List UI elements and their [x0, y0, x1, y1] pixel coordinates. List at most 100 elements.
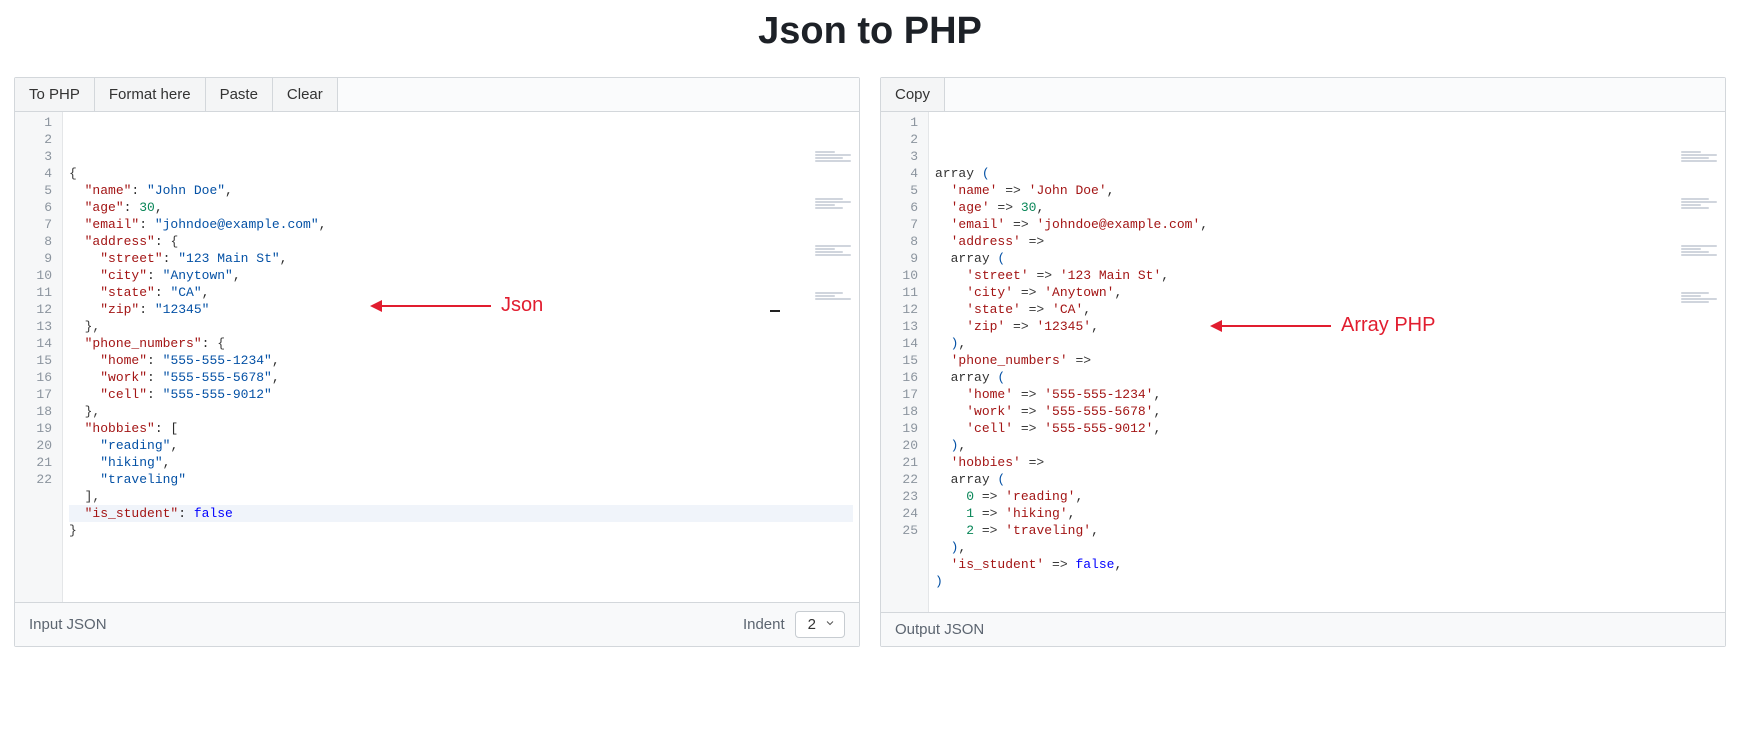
- line-number: 16: [15, 369, 62, 386]
- line-number: 17: [881, 386, 928, 403]
- input-code-area[interactable]: { "name": "John Doe", "age": 30, "email"…: [63, 112, 859, 602]
- code-line[interactable]: 'work' => '555-555-5678',: [935, 403, 1719, 420]
- code-line[interactable]: "email": "johndoe@example.com",: [69, 216, 853, 233]
- line-number: 7: [881, 216, 928, 233]
- code-line[interactable]: "cell": "555-555-9012": [69, 386, 853, 403]
- input-panel: To PHP Format here Paste Clear 123456789…: [14, 77, 860, 647]
- code-line[interactable]: }: [69, 522, 853, 539]
- code-line[interactable]: "state": "CA",: [69, 284, 853, 301]
- line-number: 21: [15, 454, 62, 471]
- code-line[interactable]: array (: [935, 165, 1719, 182]
- input-editor[interactable]: 12345678910111213141516171819202122 { "n…: [15, 112, 859, 602]
- format-here-button[interactable]: Format here: [95, 78, 206, 111]
- app-root: Json to PHP To PHP Format here Paste Cle…: [0, 10, 1740, 734]
- code-line[interactable]: },: [69, 403, 853, 420]
- code-line[interactable]: ),: [935, 335, 1719, 352]
- line-number: 3: [881, 148, 928, 165]
- line-number: 4: [15, 165, 62, 182]
- input-footer-label: Input JSON: [29, 616, 107, 633]
- code-line[interactable]: "city": "Anytown",: [69, 267, 853, 284]
- line-number: 9: [881, 250, 928, 267]
- line-number: 23: [881, 488, 928, 505]
- paste-button[interactable]: Paste: [206, 78, 273, 111]
- line-number: 12: [881, 301, 928, 318]
- input-footer: Input JSON Indent 2: [15, 602, 859, 646]
- code-line[interactable]: "hiking",: [69, 454, 853, 471]
- code-line[interactable]: "reading",: [69, 437, 853, 454]
- code-line[interactable]: 'home' => '555-555-1234',: [935, 386, 1719, 403]
- output-footer: Output JSON: [881, 612, 1725, 646]
- line-number: 10: [15, 267, 62, 284]
- line-number: 10: [881, 267, 928, 284]
- code-line[interactable]: 2 => 'traveling',: [935, 522, 1719, 539]
- line-number: 19: [881, 420, 928, 437]
- code-line[interactable]: 'street' => '123 Main St',: [935, 267, 1719, 284]
- code-line[interactable]: "age": 30,: [69, 199, 853, 216]
- line-number: 14: [881, 335, 928, 352]
- line-number: 4: [881, 165, 928, 182]
- line-number: 19: [15, 420, 62, 437]
- line-number: 6: [15, 199, 62, 216]
- code-line[interactable]: "work": "555-555-5678",: [69, 369, 853, 386]
- line-number: 9: [15, 250, 62, 267]
- code-line[interactable]: 'is_student' => false,: [935, 556, 1719, 573]
- separator-notch: [770, 310, 780, 312]
- line-number: 22: [881, 471, 928, 488]
- line-number: 15: [15, 352, 62, 369]
- code-line[interactable]: 'city' => 'Anytown',: [935, 284, 1719, 301]
- line-number: 8: [881, 233, 928, 250]
- code-line[interactable]: {: [69, 165, 853, 182]
- indent-select[interactable]: 2: [795, 611, 845, 638]
- output-panel: Copy 12345678910111213141516171819202122…: [880, 77, 1726, 647]
- code-line[interactable]: "zip": "12345": [69, 301, 853, 318]
- output-editor[interactable]: 1234567891011121314151617181920212223242…: [881, 112, 1725, 612]
- code-line[interactable]: array (: [935, 369, 1719, 386]
- clear-button[interactable]: Clear: [273, 78, 338, 111]
- code-line[interactable]: ),: [935, 437, 1719, 454]
- code-line[interactable]: ): [935, 573, 1719, 590]
- code-line[interactable]: "street": "123 Main St",: [69, 250, 853, 267]
- code-line[interactable]: 'name' => 'John Doe',: [935, 182, 1719, 199]
- code-line[interactable]: "traveling": [69, 471, 853, 488]
- line-number: 11: [881, 284, 928, 301]
- line-number: 24: [881, 505, 928, 522]
- chevron-down-icon: [824, 616, 836, 633]
- output-code-area[interactable]: array ( 'name' => 'John Doe', 'age' => 3…: [929, 112, 1725, 612]
- code-line[interactable]: "is_student": false: [69, 505, 853, 522]
- code-line[interactable]: "address": {: [69, 233, 853, 250]
- code-line[interactable]: ],: [69, 488, 853, 505]
- code-line[interactable]: 'address' =>: [935, 233, 1719, 250]
- line-number: 18: [15, 403, 62, 420]
- code-line[interactable]: array (: [935, 471, 1719, 488]
- line-number: 13: [881, 318, 928, 335]
- code-line[interactable]: 'age' => 30,: [935, 199, 1719, 216]
- code-line[interactable]: 'state' => 'CA',: [935, 301, 1719, 318]
- line-number: 5: [881, 182, 928, 199]
- line-number: 20: [881, 437, 928, 454]
- code-line[interactable]: 'email' => 'johndoe@example.com',: [935, 216, 1719, 233]
- code-line[interactable]: "hobbies": [: [69, 420, 853, 437]
- code-line[interactable]: 'cell' => '555-555-9012',: [935, 420, 1719, 437]
- code-line[interactable]: 1 => 'hiking',: [935, 505, 1719, 522]
- code-line[interactable]: ),: [935, 539, 1719, 556]
- line-number: 22: [15, 471, 62, 488]
- line-number: 6: [881, 199, 928, 216]
- code-line[interactable]: 0 => 'reading',: [935, 488, 1719, 505]
- copy-button[interactable]: Copy: [881, 78, 945, 111]
- code-line[interactable]: 'hobbies' =>: [935, 454, 1719, 471]
- line-number: 18: [881, 403, 928, 420]
- code-line[interactable]: },: [69, 318, 853, 335]
- code-line[interactable]: "home": "555-555-1234",: [69, 352, 853, 369]
- output-footer-label: Output JSON: [895, 621, 984, 638]
- code-line[interactable]: array (: [935, 250, 1719, 267]
- line-number: 15: [881, 352, 928, 369]
- code-line[interactable]: "phone_numbers": {: [69, 335, 853, 352]
- line-number: 2: [881, 131, 928, 148]
- line-number: 1: [881, 114, 928, 131]
- code-line[interactable]: "name": "John Doe",: [69, 182, 853, 199]
- panels-container: To PHP Format here Paste Clear 123456789…: [0, 77, 1740, 647]
- line-number: 2: [15, 131, 62, 148]
- to-php-button[interactable]: To PHP: [15, 78, 95, 111]
- code-line[interactable]: 'phone_numbers' =>: [935, 352, 1719, 369]
- code-line[interactable]: 'zip' => '12345',: [935, 318, 1719, 335]
